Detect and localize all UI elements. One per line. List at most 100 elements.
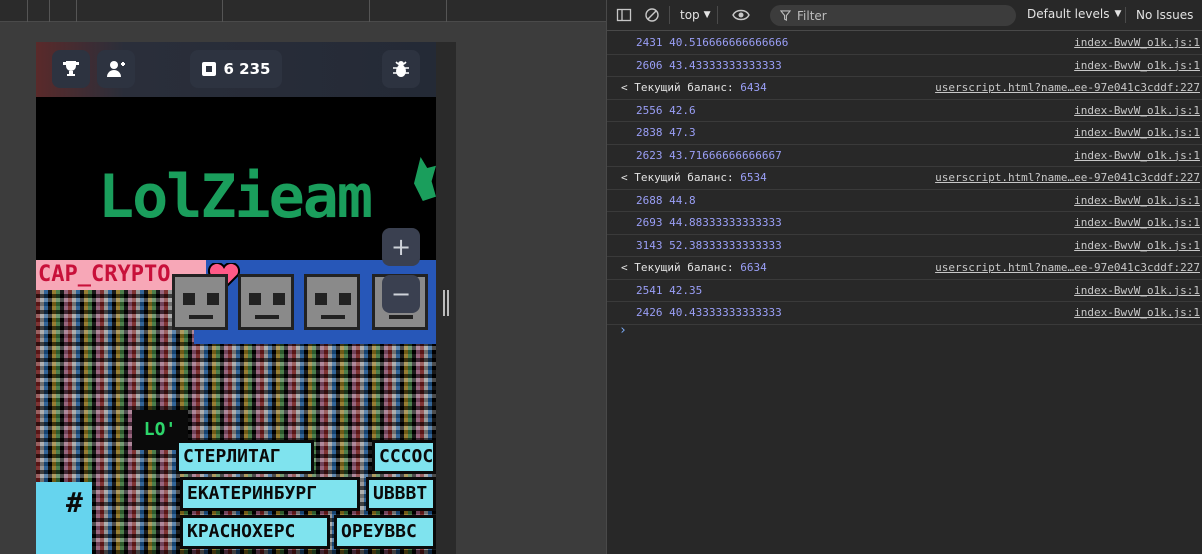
ruler-tick <box>27 0 28 22</box>
context-selector[interactable]: top ▼ <box>680 8 711 22</box>
bug-icon <box>393 61 409 77</box>
balance-value: 6434 <box>740 81 767 94</box>
toolbar-divider <box>716 6 718 24</box>
console-log-message: 2623 43.71666666666667 <box>636 148 782 162</box>
zoom-out-button[interactable]: − <box>382 275 420 313</box>
city-sign: КРАСНОХЕРС <box>180 515 330 549</box>
trophy-icon <box>63 61 79 76</box>
sidebar-icon <box>616 8 632 22</box>
game-viewport: 6 235 LolZieam CAP_CRYPTO LO' СТЕРЛИТАГ … <box>36 42 456 554</box>
game-header: 6 235 <box>36 42 436 97</box>
source-link[interactable]: index-BwvW_o1k.js:1 <box>1074 280 1200 302</box>
source-link[interactable]: index-BwvW_o1k.js:1 <box>1074 55 1200 77</box>
filter-input[interactable]: Filter <box>770 5 1016 26</box>
source-link[interactable]: index-BwvW_o1k.js:1 <box>1074 100 1200 122</box>
console-log-message: 2426 40.43333333333333 <box>636 306 782 319</box>
clear-console-button[interactable] <box>641 4 663 26</box>
console-log-row: 2693 44.88333333333333 index-BwvW_o1k.js:… <box>607 212 1202 235</box>
console-log-row: 2838 47.3 index-BwvW_o1k.js:1 <box>607 122 1202 145</box>
ruler-tick <box>76 0 77 22</box>
ruler-tick <box>446 0 447 22</box>
device-toolbar <box>0 0 606 22</box>
console-output-message: < Текущий баланс: 6534 <box>621 167 767 189</box>
console-log-message: 2693 44.88333333333333 <box>636 216 782 229</box>
source-link[interactable]: index-BwvW_o1k.js:1 <box>1074 212 1200 234</box>
console-log-row: 2426 40.43333333333333 index-BwvW_o1k.js:… <box>607 302 1202 325</box>
bug-report-button[interactable] <box>382 50 420 88</box>
balance-value: 6634 <box>740 261 767 274</box>
dropdown-arrow-icon: ▼ <box>703 10 711 20</box>
console-log-message: 2606 43.43333333333333 <box>636 58 782 72</box>
clear-icon <box>645 8 659 22</box>
balance-value: 6 235 <box>223 60 271 78</box>
source-link[interactable]: index-BwvW_o1k.js:1 <box>1074 190 1200 212</box>
console-messages: 2431 40.516666666666666 index-BwvW_o1k.js… <box>607 32 1202 325</box>
ruler-tick <box>222 0 223 22</box>
toolbar-divider <box>669 6 670 24</box>
zoom-in-button[interactable]: + <box>382 228 420 266</box>
source-link[interactable]: index-BwvW_o1k.js:1 <box>1074 145 1200 167</box>
city-sign: СТЕРЛИТАГ <box>176 440 314 474</box>
live-expression-button[interactable] <box>730 4 752 26</box>
canvas-logo-text: LolZieam <box>98 162 373 232</box>
device-emulation-pane: 6 235 LolZieam CAP_CRYPTO LO' СТЕРЛИТАГ … <box>0 0 606 554</box>
add-user-button[interactable] <box>97 50 135 88</box>
sidebar-toggle-button[interactable] <box>613 4 635 26</box>
console-prompt[interactable]: › <box>619 323 627 338</box>
balance-label: Текущий баланс: <box>634 171 741 184</box>
console-log-message: 2541 42.35 <box>636 283 703 297</box>
console-output-row: < Текущий баланс: 6434 userscript.html?na… <box>607 77 1202 100</box>
return-arrow-icon: < <box>621 171 635 184</box>
context-label: top <box>680 8 700 22</box>
balance-label: Текущий баланс: <box>634 81 741 94</box>
source-link[interactable]: index-BwvW_o1k.js:1 <box>1074 32 1200 54</box>
pixel-coin-icon <box>201 62 216 76</box>
console-output-message: < Текущий баланс: 6434 <box>621 77 767 99</box>
source-link[interactable]: userscript.html?name…ee-97e041c3cddf:227 <box>935 167 1200 189</box>
console-log-row: 2623 43.71666666666667 index-BwvW_o1k.js:… <box>607 145 1202 167</box>
resize-handle[interactable] <box>443 290 449 316</box>
source-link[interactable]: userscript.html?name…ee-97e041c3cddf:227 <box>935 257 1200 279</box>
devtools-console: top ▼ Filter Default levels ▼ No Issues … <box>606 0 1202 554</box>
source-link[interactable]: userscript.html?name…ee-97e041c3cddf:227 <box>935 77 1200 99</box>
return-arrow-icon: < <box>621 81 635 94</box>
source-link[interactable]: index-BwvW_o1k.js:1 <box>1074 302 1200 324</box>
balance-value: 6534 <box>740 171 767 184</box>
console-output-row: < Текущий баланс: 6534 userscript.html?na… <box>607 167 1202 190</box>
balance-display: 6 235 <box>190 50 282 88</box>
filter-icon <box>780 10 791 21</box>
issues-button[interactable]: No Issues <box>1125 7 1193 23</box>
add-user-icon <box>107 61 125 77</box>
console-log-message: 2688 44.8 <box>636 193 696 207</box>
console-log-row: 2541 42.35 index-BwvW_o1k.js:1 <box>607 280 1202 302</box>
eye-icon <box>731 9 750 21</box>
console-log-row: 3143 52.38333333333333 index-BwvW_o1k.js:… <box>607 235 1202 257</box>
skull-pixel-art <box>304 274 360 330</box>
city-sign: СССОС <box>372 440 436 474</box>
pixel-canvas[interactable]: LolZieam CAP_CRYPTO LO' СТЕРЛИТАГ СССОС … <box>36 97 436 554</box>
return-arrow-icon: < <box>621 261 635 274</box>
skull-pixel-art <box>238 274 294 330</box>
console-log-row: 2431 40.516666666666666 index-BwvW_o1k.js… <box>607 32 1202 55</box>
trophy-button[interactable] <box>52 50 90 88</box>
city-sign: ЕКАТЕРИНБУРГ <box>180 477 360 511</box>
log-levels-label: Default levels <box>1027 7 1110 21</box>
console-output-message: < Текущий баланс: 6634 <box>621 257 767 279</box>
console-log-message: 3143 52.38333333333333 <box>636 238 782 252</box>
console-log-message: 2431 40.516666666666666 <box>636 36 789 49</box>
skull-pixel-art <box>172 274 228 330</box>
city-sign: UBBBT <box>366 477 436 511</box>
dropdown-arrow-icon: ▼ <box>1114 9 1122 19</box>
source-link[interactable]: index-BwvW_o1k.js:1 <box>1074 235 1200 257</box>
console-log-message: 2556 42.6 <box>636 103 696 117</box>
console-output-row: < Текущий баланс: 6634 userscript.html?na… <box>607 257 1202 280</box>
screen: 6 235 LolZieam CAP_CRYPTO LO' СТЕРЛИТАГ … <box>0 0 1202 554</box>
ruler-tick <box>369 0 370 22</box>
console-log-row: 2556 42.6 index-BwvW_o1k.js:1 <box>607 100 1202 122</box>
hash-pixel-sign: # <box>36 482 92 554</box>
log-levels-dropdown[interactable]: Default levels ▼ <box>1027 7 1121 21</box>
balance-label: Текущий баланс: <box>634 261 741 274</box>
source-link[interactable]: index-BwvW_o1k.js:1 <box>1074 122 1200 144</box>
ruler-tick <box>49 0 50 22</box>
console-log-row: 2688 44.8 index-BwvW_o1k.js:1 <box>607 190 1202 212</box>
